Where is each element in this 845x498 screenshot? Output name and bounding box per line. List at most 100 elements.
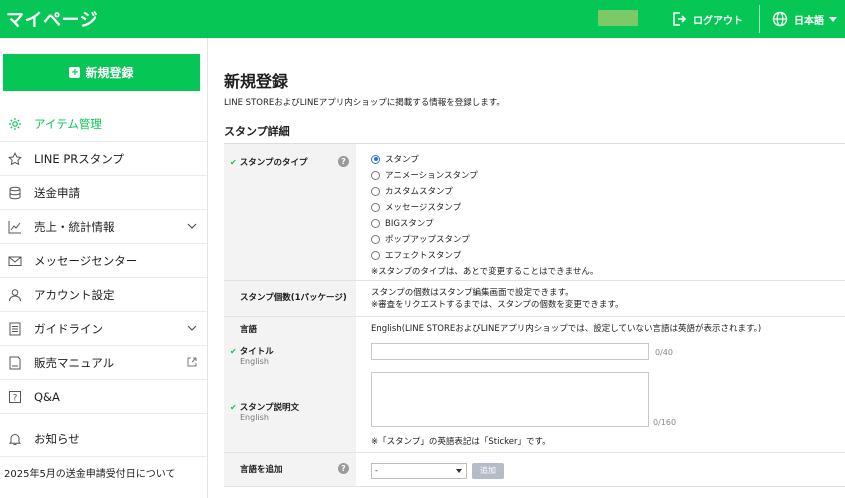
- radio-icon: [371, 250, 380, 260]
- radio-label: ポップアップスタンプ: [385, 235, 470, 245]
- title-input[interactable]: [371, 343, 649, 360]
- help-icon[interactable]: ?: [338, 156, 349, 167]
- sidebar-item-notices[interactable]: お知らせ: [0, 421, 207, 457]
- sidebar-item-label: Q&A: [34, 389, 60, 404]
- document-icon: [9, 322, 21, 335]
- page-title: 新規登録: [224, 72, 289, 91]
- select-value: -: [375, 466, 378, 475]
- external-link-icon: [187, 357, 197, 367]
- logout-icon: [673, 12, 686, 26]
- radio-big-sticker[interactable]: BIGスタンプ: [371, 217, 434, 229]
- radio-icon: [371, 186, 380, 196]
- new-registration-button[interactable]: + 新規登録: [3, 54, 200, 91]
- check-icon: ✔: [230, 158, 237, 167]
- description-language-sub: English: [240, 413, 269, 422]
- form-label-text: スタンプ説明文: [239, 403, 299, 413]
- new-registration-label: 新規登録: [85, 66, 134, 80]
- count-info: スタンプの個数はスタンプ編集画面で設定できます。: [371, 288, 574, 298]
- check-icon: ✔: [230, 403, 237, 412]
- radio-icon: [371, 170, 380, 180]
- description-counter: 0/160: [653, 418, 677, 427]
- language-label: 日本語: [794, 15, 824, 27]
- radio-custom-sticker[interactable]: カスタムスタンプ: [371, 185, 453, 197]
- question-icon: ?: [9, 390, 21, 403]
- sidebar-item-message-center[interactable]: メッセージセンター: [0, 244, 207, 278]
- star-icon: [8, 151, 22, 165]
- form-row-sticker-type: ✔ スタンプのタイプ ? スタンプ アニメーションスタンプ カスタムスタンプ メッ…: [224, 144, 845, 281]
- language-value: English(LINE STOREおよびLINEアプリ内ショップでは、設定して…: [371, 324, 762, 334]
- form-label: 言語を追加: [240, 465, 283, 475]
- form-row-language-group: 言語 ✔ タイトル English ✔ スタンプ説明文 English Englis…: [224, 317, 845, 453]
- form-label: スタンプ個数(1パッケージ): [240, 293, 347, 303]
- form-row-add-language: 言語を追加 ? - 追加: [224, 453, 845, 487]
- sidebar-item-label: アカウント設定: [34, 287, 115, 302]
- radio-label: メッセージスタンプ: [385, 203, 462, 213]
- chart-icon: [8, 220, 21, 233]
- radio-animation-sticker[interactable]: アニメーションスタンプ: [371, 169, 478, 181]
- check-icon: ✔: [230, 347, 237, 356]
- description-note: ※「スタンプ」の英語表記は「Sticker」です。: [371, 437, 551, 447]
- page-header-title[interactable]: マイページ: [6, 6, 98, 32]
- main-content: 新規登録 LINE STOREおよびLINEアプリ内ショップに掲載する情報を登録…: [209, 38, 845, 498]
- chevron-down-icon: [456, 469, 462, 473]
- form-label-cell: ✔ スタンプのタイプ ?: [224, 144, 356, 280]
- globe-icon: [772, 11, 788, 27]
- bell-icon: [8, 433, 22, 445]
- sidebar-item-label: メッセージセンター: [34, 253, 138, 268]
- chevron-down-icon: [829, 16, 837, 22]
- chevron-down-icon: [187, 223, 197, 229]
- sidebar-item-label: アイテム管理: [34, 116, 102, 131]
- sidebar-item-guidelines[interactable]: ガイドライン: [0, 312, 207, 346]
- gear-icon: [9, 117, 21, 130]
- sidebar-item-sales-manual[interactable]: 販売マニュアル: [0, 346, 207, 380]
- form-label-text: タイトル: [239, 347, 274, 357]
- page-description: LINE STOREおよびLINEアプリ内ショップに掲載する情報を登録します。: [224, 98, 505, 108]
- language-selector[interactable]: 日本語: [772, 9, 837, 29]
- radio-selected-icon: [371, 154, 380, 164]
- radio-label: エフェクトスタンプ: [385, 251, 462, 261]
- sidebar-item-account-settings[interactable]: アカウント設定: [0, 278, 207, 312]
- radio-popup-sticker[interactable]: ポップアップスタンプ: [371, 233, 470, 245]
- logout-label: ログアウト: [693, 15, 743, 27]
- add-language-select[interactable]: -: [371, 463, 467, 479]
- sidebar-item-label: ガイドライン: [34, 321, 103, 336]
- help-icon[interactable]: ?: [338, 463, 349, 474]
- section-title: スタンプ詳細: [224, 125, 290, 138]
- radio-label: アニメーションスタンプ: [385, 171, 478, 181]
- logout-button[interactable]: ログアウト: [672, 10, 743, 28]
- form-label-cell: 言語を追加 ?: [224, 453, 356, 486]
- form-row-sticker-count: スタンプ個数(1パッケージ) スタンプの個数はスタンプ編集画面で設定できます。 …: [224, 281, 845, 317]
- radio-label: スタンプ: [385, 155, 419, 165]
- mail-icon: [8, 256, 22, 266]
- sidebar-item-sales-stats[interactable]: 売上・統計情報: [0, 210, 207, 244]
- radio-sticker[interactable]: スタンプ: [371, 153, 419, 165]
- sidebar-item-label: LINE PRスタンプ: [34, 151, 124, 166]
- radio-label: カスタムスタンプ: [385, 187, 453, 197]
- radio-message-sticker[interactable]: メッセージスタンプ: [371, 201, 461, 213]
- notice-link[interactable]: 2025年5月の送金申請受付日について: [4, 465, 176, 480]
- radio-effect-sticker[interactable]: エフェクトスタンプ: [371, 249, 461, 261]
- top-header: マイページ ログアウト 日本語: [0, 0, 845, 38]
- description-textarea[interactable]: [371, 372, 649, 427]
- title-language-sub: English: [240, 357, 269, 366]
- sidebar-menu: アイテム管理 LINE PRスタンプ 送金申請 売上・統計情報 メッセージセンタ…: [0, 106, 207, 414]
- sidebar-item-qa[interactable]: ? Q&A: [0, 380, 207, 414]
- count-note: ※審査をリクエストするまでは、スタンプの個数を変更できます。: [371, 300, 624, 310]
- coins-icon: [9, 186, 21, 199]
- add-language-button[interactable]: 追加: [472, 463, 504, 479]
- notice-label: お知らせ: [34, 431, 80, 446]
- sidebar-item-label: 送金申請: [34, 185, 80, 200]
- sidebar-item-line-pr-stamp[interactable]: LINE PRスタンプ: [0, 142, 207, 176]
- book-icon: [9, 356, 21, 369]
- sidebar-item-remittance[interactable]: 送金申請: [0, 176, 207, 210]
- form-label-cell: スタンプ個数(1パッケージ): [224, 281, 356, 316]
- title-counter: 0/40: [655, 348, 673, 357]
- language-label: 言語: [240, 325, 258, 335]
- user-icon: [9, 288, 21, 301]
- user-avatar-placeholder[interactable]: [598, 10, 638, 26]
- sidebar-item-item-management[interactable]: アイテム管理: [0, 106, 207, 142]
- radio-label: BIGスタンプ: [385, 219, 434, 229]
- header-divider: [759, 5, 760, 33]
- form-content: English(LINE STOREおよびLINEアプリ内ショップでは、設定して…: [371, 317, 845, 453]
- sticker-detail-form: ✔ スタンプのタイプ ? スタンプ アニメーションスタンプ カスタムスタンプ メッ…: [224, 143, 845, 487]
